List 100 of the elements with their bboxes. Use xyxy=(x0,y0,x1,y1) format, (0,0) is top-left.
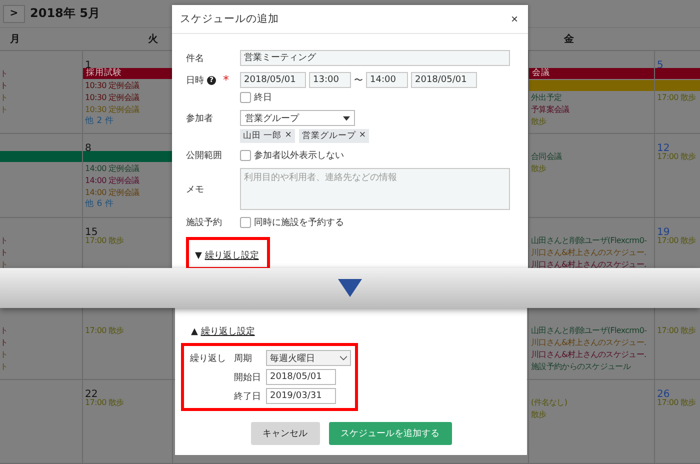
event-entry[interactable]: 10:30 定例会議 xyxy=(85,80,140,91)
event-entry[interactable]: ト xyxy=(0,361,8,372)
field-label: 参加者 xyxy=(186,112,214,124)
event-entry[interactable]: ト xyxy=(0,80,8,91)
tag-label: 山田 一郎 xyxy=(243,130,282,142)
event-entry[interactable]: 山田さんと削除ユーザ(Flexcrm0- xyxy=(531,325,647,336)
field-label: 公開範囲 xyxy=(186,150,223,162)
event-entry[interactable]: 川口さん&村上さんのスケジュー. xyxy=(531,349,646,360)
checkbox-label[interactable]: 終日 xyxy=(254,91,272,104)
event-bar[interactable] xyxy=(655,68,700,79)
event-entry[interactable]: 予算案会議 xyxy=(531,104,570,115)
checkbox[interactable] xyxy=(240,150,251,161)
event-bar[interactable] xyxy=(0,151,82,162)
end-time-field[interactable]: 14:00 xyxy=(366,72,408,88)
more-link[interactable]: 他 6 件 xyxy=(85,199,114,210)
event-bar[interactable] xyxy=(655,80,700,91)
event-entry[interactable]: ト xyxy=(0,337,8,348)
day-number: 8 xyxy=(85,143,92,154)
range-separator: 〜 xyxy=(354,74,363,86)
field-label: 周期 xyxy=(234,352,253,364)
remove-tag-button[interactable]: × xyxy=(358,130,366,142)
event-entry[interactable]: 10:30 定例会議 xyxy=(85,104,140,115)
event-entry[interactable]: 17:00 散歩 xyxy=(657,397,696,408)
checkbox[interactable] xyxy=(240,217,251,228)
cancel-button[interactable]: キャンセル xyxy=(250,422,320,445)
field-label: 繰り返し xyxy=(190,352,227,364)
event-entry[interactable]: ト xyxy=(0,92,8,103)
month-title: 2018年 5月 xyxy=(30,5,100,22)
event-bar[interactable] xyxy=(83,151,172,162)
field-label: 日時 xyxy=(186,74,204,86)
event-entry[interactable]: 10:30 定例会議 xyxy=(85,92,140,103)
event-bar[interactable]: 採用試験 xyxy=(83,68,172,79)
event-entry[interactable]: 17:00 散歩 xyxy=(85,325,124,336)
tag-label: 営業グループ xyxy=(302,130,356,142)
event-entry[interactable]: 施設予約からのスケジュール xyxy=(531,361,630,372)
event-entry[interactable]: ト xyxy=(0,325,8,336)
event-entry[interactable]: 14:00 定例会議 xyxy=(85,175,140,186)
field-label: 件名 xyxy=(186,52,205,64)
field-label: 終了日 xyxy=(234,390,262,402)
event-entry[interactable]: 散歩 xyxy=(531,409,546,420)
event-entry[interactable]: ト xyxy=(0,247,8,258)
event-entry[interactable]: ト xyxy=(0,349,8,360)
day-number: 19 xyxy=(657,227,670,238)
event-entry[interactable]: 17:00 散歩 xyxy=(657,151,696,162)
down-arrow-icon xyxy=(338,279,362,297)
required-mark: * xyxy=(223,76,229,84)
remove-tag-button[interactable]: × xyxy=(284,130,292,142)
cycle-select[interactable]: 毎週火曜日 xyxy=(266,350,351,366)
start-time-field[interactable]: 13:00 xyxy=(309,72,351,88)
end-date-field[interactable]: 2019/03/31 xyxy=(266,388,336,404)
subject-field[interactable]: 営業ミーティング xyxy=(240,50,510,66)
event-entry[interactable]: ト xyxy=(0,235,8,246)
event-entry[interactable]: 17:00 散歩 xyxy=(85,235,124,246)
day-number: 5 xyxy=(657,60,664,71)
next-month-button[interactable]: > xyxy=(3,4,25,22)
checkbox-label[interactable]: 同時に施設を予約する xyxy=(254,216,344,229)
add-schedule-button[interactable]: スケジュールを追加する xyxy=(328,422,452,445)
event-entry[interactable]: 川口さん&村上さんのスケジュー. xyxy=(531,337,646,348)
memo-field[interactable]: 利用目的や利用者、連絡先などの情報 xyxy=(240,168,510,210)
day-number: 26 xyxy=(657,389,670,400)
start-date-field[interactable]: 2018/05/01 xyxy=(240,72,306,88)
field-label: 開始日 xyxy=(234,372,262,384)
event-entry[interactable]: 17:00 散歩 xyxy=(657,235,696,246)
start-date-field[interactable]: 2018/05/01 xyxy=(266,369,336,385)
event-bar[interactable] xyxy=(529,80,654,91)
repeat-settings-link[interactable]: ▲ 繰り返し設定 xyxy=(191,327,255,337)
event-entry[interactable]: 17:00 散歩 xyxy=(85,397,124,408)
field-label: 施設予約 xyxy=(186,216,223,229)
event-entry[interactable]: 散歩 xyxy=(531,163,546,174)
checkbox[interactable] xyxy=(240,92,251,103)
event-entry[interactable]: 合同会議 xyxy=(531,151,562,162)
more-link[interactable]: 他 2 件 xyxy=(85,116,114,127)
weekday-header: 火 xyxy=(148,34,158,45)
participant-select[interactable]: 営業グループ xyxy=(240,110,355,126)
event-entry[interactable]: 17:00 散歩 xyxy=(657,325,696,336)
event-entry[interactable]: 外出予定 xyxy=(531,92,562,103)
event-entry[interactable]: (件名なし) xyxy=(531,397,568,408)
event-entry[interactable]: 散歩 xyxy=(531,116,546,127)
close-button[interactable]: × xyxy=(506,12,522,26)
caret-icon xyxy=(343,116,350,120)
event-entry[interactable]: ト xyxy=(0,104,8,115)
event-entry[interactable]: 川口さん&村上さんのスケジュー. xyxy=(531,247,646,258)
day-number: 15 xyxy=(85,227,98,238)
event-entry[interactable]: ト xyxy=(0,259,8,268)
weekday-header: 月 xyxy=(10,34,20,45)
event-bar[interactable]: 会議 xyxy=(529,68,654,79)
field-label: メモ xyxy=(186,184,205,196)
repeat-settings-link[interactable]: ▼ 繰り返し設定 xyxy=(195,251,259,261)
event-entry[interactable]: 川口さん&村上さんのスケジュー. xyxy=(531,259,646,268)
event-entry[interactable]: 14:00 定例会議 xyxy=(85,163,140,174)
chevron-down-icon xyxy=(340,356,347,360)
weekday-header: 金 xyxy=(564,34,574,45)
event-entry[interactable]: 14:00 定例会議 xyxy=(85,187,140,198)
event-entry[interactable]: ト xyxy=(0,68,8,79)
end-date-field[interactable]: 2018/05/01 xyxy=(411,72,477,88)
event-entry[interactable]: 山田さんと削除ユーザ(Flexcrm0- xyxy=(531,235,647,246)
dialog-title: スケジュールの追加 xyxy=(180,12,279,26)
checkbox-label[interactable]: 参加者以外表示しない xyxy=(254,149,344,162)
event-entry[interactable]: 17:00 散歩 xyxy=(657,92,696,103)
day-number: 22 xyxy=(85,389,98,400)
